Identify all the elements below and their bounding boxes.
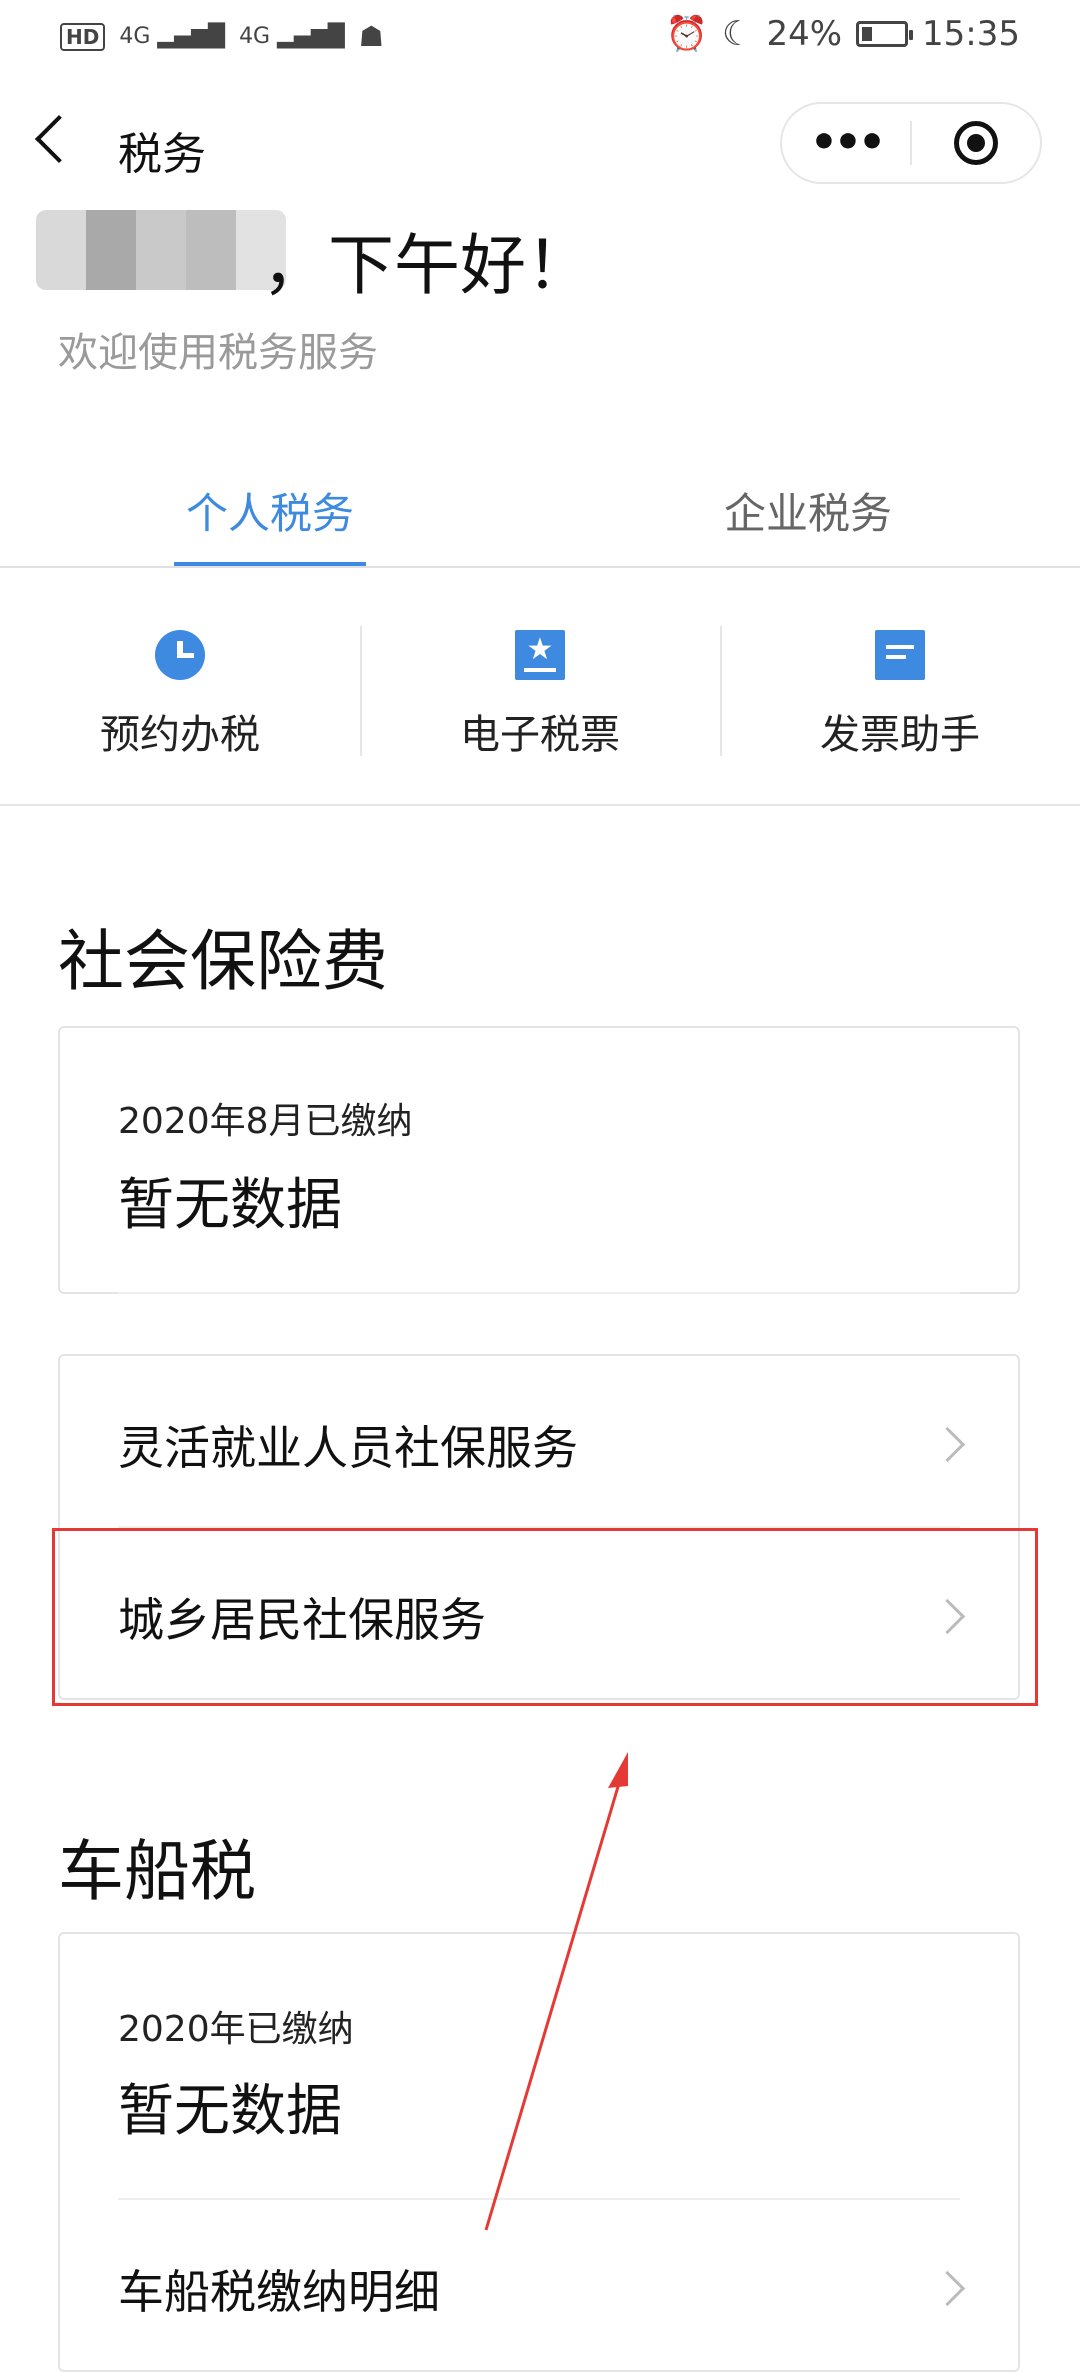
annotation-arrow-head [608,1752,628,1788]
annotation-arrow-shaft [484,1779,622,2231]
annotation-arrow [484,1752,628,2231]
